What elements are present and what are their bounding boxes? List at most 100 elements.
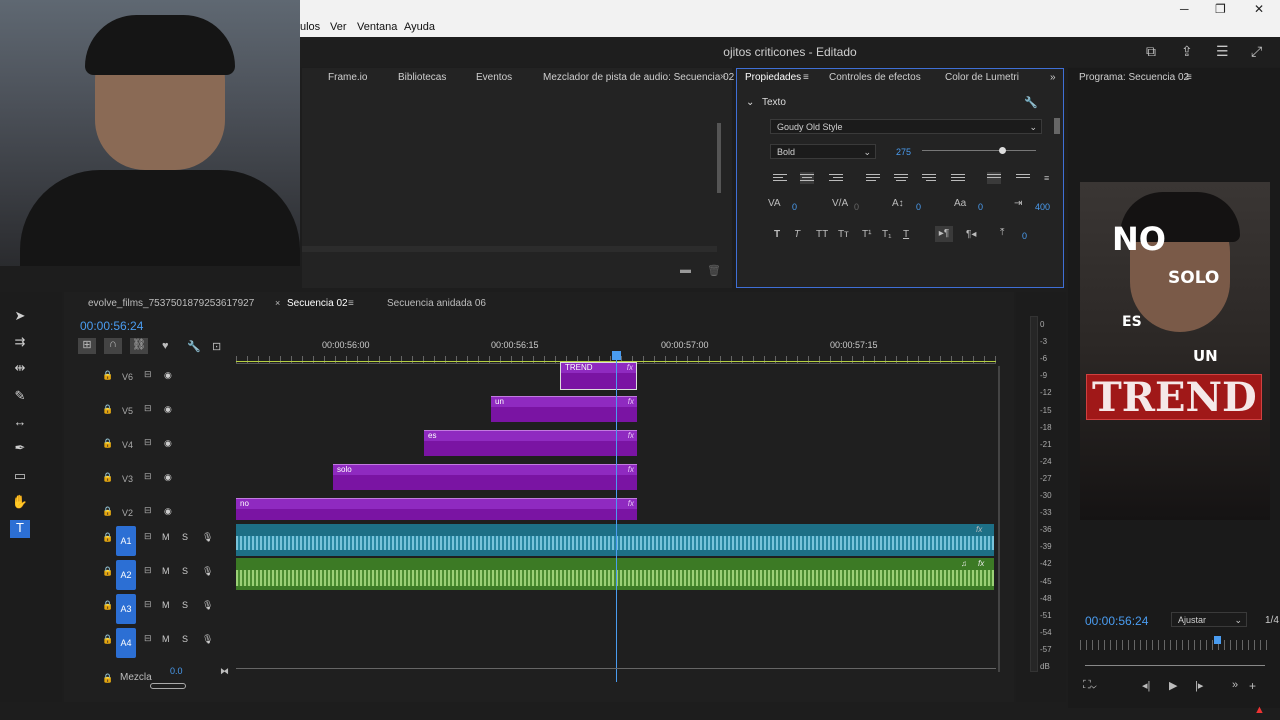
- faux-italic-icon[interactable]: T: [794, 229, 800, 240]
- solo-icon[interactable]: S: [182, 566, 188, 576]
- marker-icon[interactable]: ♥: [162, 340, 169, 352]
- nest-icon[interactable]: ⊞: [78, 338, 96, 354]
- lock-icon[interactable]: 🔒: [102, 673, 113, 684]
- fx-icon[interactable]: fx: [976, 525, 982, 534]
- program-ruler[interactable]: [1080, 640, 1270, 650]
- program-timecode[interactable]: 00:00:56:24: [1085, 614, 1148, 628]
- lock-icon[interactable]: 🔒: [102, 370, 113, 381]
- ripple-edit-icon[interactable]: ⇹: [10, 360, 30, 378]
- quick-export-icon[interactable]: ⧉: [1146, 43, 1162, 59]
- wrench-icon[interactable]: 🔧: [1024, 96, 1038, 109]
- sync-icon[interactable]: ⊟: [144, 369, 152, 380]
- fx-icon[interactable]: fx: [628, 431, 634, 440]
- mix-value[interactable]: 0.0: [170, 666, 183, 676]
- overflow-icon[interactable]: »: [720, 71, 726, 82]
- timeline-timecode[interactable]: 00:00:56:24: [80, 319, 143, 333]
- lock-icon[interactable]: 🔒: [102, 506, 113, 517]
- solo-icon[interactable]: S: [182, 532, 188, 542]
- mic-icon[interactable]: 🎙: [202, 532, 213, 543]
- resolution-value[interactable]: 1/4: [1265, 615, 1279, 626]
- faux-bold-icon[interactable]: T: [774, 229, 780, 240]
- track-name[interactable]: A2: [116, 560, 136, 590]
- eye-icon[interactable]: ◉: [164, 472, 172, 483]
- play-icon[interactable]: ▶: [1169, 679, 1177, 692]
- font-size-value[interactable]: 275: [896, 147, 911, 157]
- step-forward-icon[interactable]: |▸: [1195, 679, 1203, 692]
- mute-icon[interactable]: M: [162, 566, 170, 576]
- tab-audio-mixer[interactable]: Mezclador de pista de audio: Secuencia 0…: [543, 72, 734, 83]
- menu-item[interactable]: Ver: [330, 21, 347, 33]
- font-size-slider[interactable]: [922, 150, 1036, 151]
- baseline-value[interactable]: 0: [978, 202, 983, 212]
- overflow-icon[interactable]: »: [1050, 72, 1056, 83]
- razor-icon[interactable]: ✎: [10, 388, 30, 406]
- menu-item[interactable]: Ayuda: [404, 21, 435, 33]
- mute-icon[interactable]: M: [162, 634, 170, 644]
- style-dropdown[interactable]: Bold ⌄: [770, 144, 876, 159]
- captions-icon[interactable]: ⊡: [212, 340, 221, 353]
- solo-icon[interactable]: S: [182, 634, 188, 644]
- eye-icon[interactable]: ◉: [164, 506, 172, 517]
- justify-left-icon[interactable]: [866, 172, 880, 184]
- tab-properties[interactable]: Propiedades: [745, 72, 801, 83]
- workspaces-icon[interactable]: ☰: [1216, 43, 1232, 59]
- mic-icon[interactable]: 🎙: [202, 634, 213, 645]
- snap-icon[interactable]: ∩: [104, 338, 122, 354]
- mic-icon[interactable]: 🎙: [202, 566, 213, 577]
- align-bottom-icon[interactable]: ≡: [1044, 173, 1049, 183]
- track-name[interactable]: A4: [116, 628, 136, 658]
- selection-tool-icon[interactable]: ➤: [10, 308, 30, 326]
- eye-icon[interactable]: ◉: [164, 438, 172, 449]
- program-playhead[interactable]: [1214, 636, 1221, 644]
- playhead-line[interactable]: [616, 356, 617, 682]
- sync-icon[interactable]: ⊟: [144, 599, 152, 610]
- share-icon[interactable]: ⇪: [1181, 43, 1197, 59]
- hand-icon[interactable]: ✋: [10, 494, 30, 512]
- align-right-icon[interactable]: [829, 172, 843, 184]
- align-left-icon[interactable]: [773, 172, 787, 184]
- justify-center-icon[interactable]: [894, 172, 908, 184]
- more-icon[interactable]: »: [1232, 679, 1238, 691]
- mic-icon[interactable]: 🎙: [202, 600, 213, 611]
- fullscreen-icon[interactable]: ⤢: [1251, 43, 1267, 59]
- eye-icon[interactable]: ◉: [164, 404, 172, 415]
- lock-icon[interactable]: 🔒: [102, 472, 113, 483]
- sync-icon[interactable]: ⊟: [144, 471, 152, 482]
- warning-icon[interactable]: ▲: [1254, 704, 1265, 716]
- tab-lumetri[interactable]: Color de Lumetri: [945, 72, 1019, 83]
- sync-icon[interactable]: ⊟: [144, 505, 152, 516]
- track-name[interactable]: A3: [116, 594, 136, 624]
- ltr-icon[interactable]: ▸¶: [935, 226, 953, 242]
- lock-icon[interactable]: 🔒: [102, 634, 113, 645]
- all-caps-icon[interactable]: TT: [816, 229, 828, 240]
- clip-es[interactable]: es fx: [424, 430, 637, 456]
- rectangle-icon[interactable]: ▭: [10, 468, 30, 486]
- seq-tab-02[interactable]: Secuencia 02: [287, 298, 348, 309]
- slider-handle[interactable]: [999, 147, 1006, 154]
- shadow-value[interactable]: 0: [1022, 231, 1027, 241]
- scrollbar[interactable]: [1054, 118, 1060, 134]
- zoom-bar[interactable]: [1085, 665, 1265, 666]
- justify-right-icon[interactable]: [922, 172, 936, 184]
- clip-solo[interactable]: solo fx: [333, 464, 637, 490]
- tab-libraries[interactable]: Bibliotecas: [398, 72, 446, 83]
- mute-icon[interactable]: M: [162, 600, 170, 610]
- align-top-icon[interactable]: [987, 172, 1001, 184]
- lock-icon[interactable]: 🔒: [102, 438, 113, 449]
- close-icon[interactable]: ×: [275, 298, 280, 308]
- sync-icon[interactable]: ⊟: [144, 565, 152, 576]
- lock-icon[interactable]: 🔒: [102, 532, 113, 543]
- align-middle-icon[interactable]: [1016, 172, 1030, 184]
- chevron-down-icon[interactable]: ⌄: [746, 97, 754, 108]
- menu-icon[interactable]: ≡: [1186, 72, 1192, 83]
- audio-clip-a2[interactable]: ♫ fx: [236, 558, 994, 590]
- sync-icon[interactable]: ⊟: [144, 403, 152, 414]
- track-select-icon[interactable]: ⇉: [10, 334, 30, 352]
- fx-icon[interactable]: fx: [628, 397, 634, 406]
- fx-icon[interactable]: fx: [628, 499, 634, 508]
- fx-icon[interactable]: fx: [628, 465, 634, 474]
- trash-icon[interactable]: 🗑: [707, 264, 721, 277]
- step-back-icon[interactable]: ◂|: [1142, 679, 1150, 692]
- lock-icon[interactable]: 🔒: [102, 404, 113, 415]
- go-to-icon[interactable]: ⧓: [220, 666, 229, 677]
